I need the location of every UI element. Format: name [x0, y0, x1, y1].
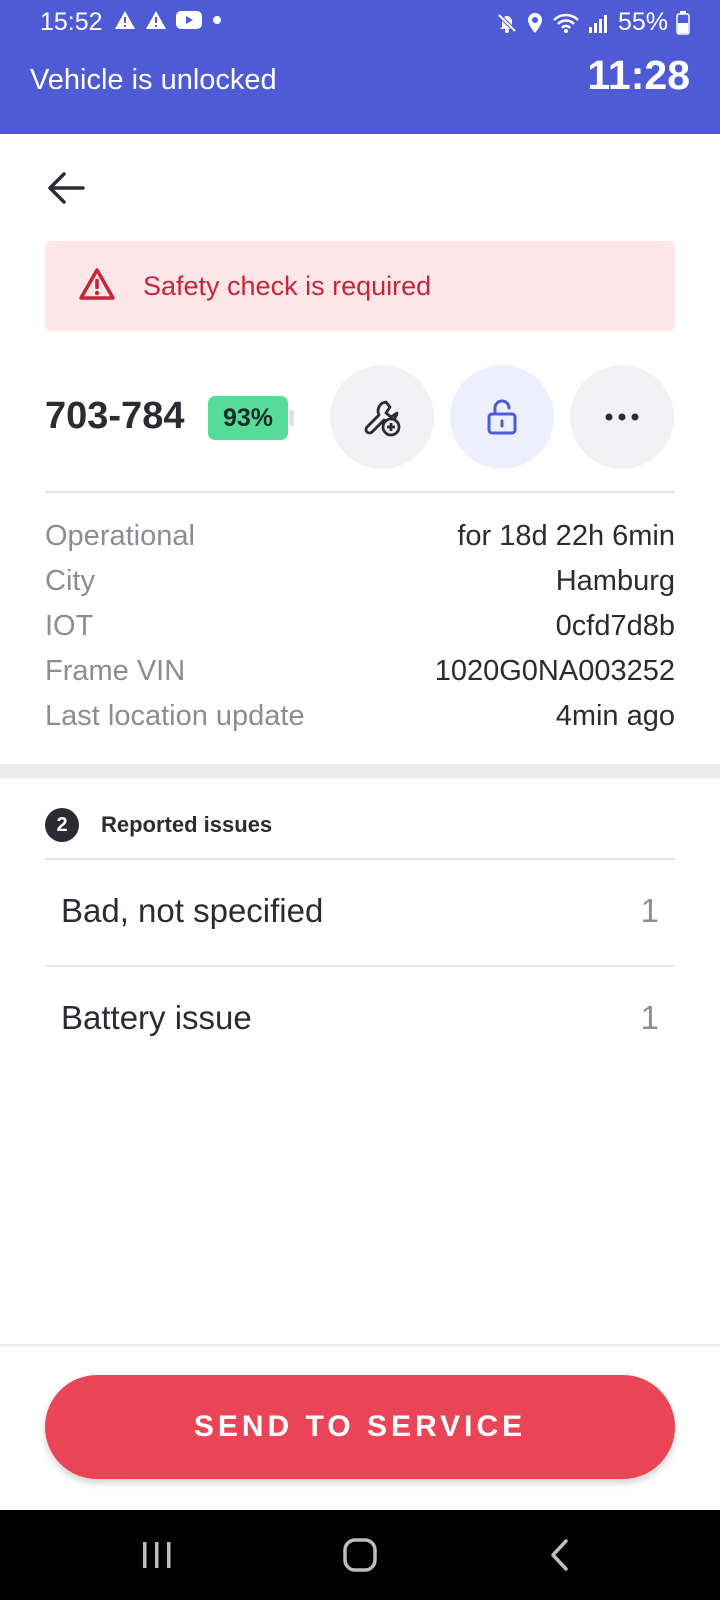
- info-value: Hamburg: [555, 565, 675, 597]
- unlock-status-title: Vehicle is unlocked: [30, 64, 277, 96]
- footer-separator: [0, 1344, 720, 1346]
- unlock-banner: 15:52 55% Vehicle is unlocked 11:28: [0, 0, 720, 134]
- home-button[interactable]: [330, 1530, 390, 1580]
- info-row-city: City Hamburg: [45, 565, 675, 605]
- system-nav-bar: [0, 1510, 720, 1600]
- issue-label: Battery issue: [61, 999, 252, 1036]
- info-row-iot: IOT 0cfd7d8b: [45, 610, 675, 650]
- issue-item[interactable]: Bad, not specified 1: [45, 860, 675, 966]
- recent-apps-button[interactable]: [127, 1530, 187, 1580]
- location-icon: [527, 12, 542, 33]
- issues-count-badge: 2: [45, 808, 79, 842]
- section-separator: [0, 764, 720, 778]
- status-bar: 15:52 55%: [0, 0, 720, 46]
- add-service-task-button[interactable]: [330, 365, 434, 469]
- dot-icon: [213, 16, 221, 24]
- arrow-left-icon: [48, 172, 85, 204]
- system-back-button[interactable]: [530, 1530, 590, 1580]
- info-row-frame-vin: Frame VIN 1020G0NA003252: [45, 655, 675, 695]
- info-value: for 18d 22h 6min: [457, 520, 675, 552]
- back-icon: [551, 1539, 568, 1571]
- battery-badge: 93%: [208, 396, 288, 440]
- status-time: 15:52: [40, 8, 103, 36]
- info-value: 4min ago: [555, 700, 675, 732]
- mute-icon: [497, 13, 517, 33]
- warning-icon: [115, 11, 135, 29]
- warning-icon: [146, 11, 166, 29]
- info-label: Operational: [45, 520, 195, 552]
- battery-percent: 55%: [617, 8, 668, 36]
- vehicle-id: 703-784: [45, 395, 185, 437]
- more-options-button[interactable]: [570, 365, 674, 469]
- issue-count: 1: [640, 999, 659, 1036]
- info-row-last-location: Last location update 4min ago: [45, 700, 675, 740]
- status-system-icons: 55%: [496, 8, 690, 37]
- battery-icon: [676, 10, 690, 35]
- rental-timer: 11:28: [587, 52, 690, 98]
- warning-triangle-icon: [79, 268, 115, 300]
- battery-badge-tip: [289, 410, 294, 426]
- issue-label: Bad, not specified: [61, 892, 324, 929]
- status-notification-icons: [114, 10, 223, 30]
- home-icon: [343, 1538, 377, 1572]
- wifi-icon: [553, 13, 579, 33]
- info-label: Frame VIN: [45, 655, 186, 687]
- issues-section-title: Reported issues: [101, 812, 273, 837]
- issues-count: 2: [56, 813, 68, 836]
- signal-icon: [588, 14, 607, 33]
- header-divider: [45, 491, 675, 493]
- battery-level: 93%: [222, 403, 274, 432]
- lock-vehicle-button[interactable]: [450, 365, 554, 469]
- info-value: 0cfd7d8b: [555, 610, 675, 642]
- back-button[interactable]: [44, 166, 88, 210]
- info-label: Last location update: [45, 700, 305, 732]
- issue-item[interactable]: Battery issue 1: [45, 967, 675, 1073]
- info-row-operational: Operational for 18d 22h 6min: [45, 520, 675, 560]
- youtube-icon: [176, 11, 202, 29]
- safety-check-text: Safety check is required: [143, 271, 432, 301]
- issue-count: 1: [640, 892, 659, 929]
- unlocked-padlock-icon: [487, 399, 517, 435]
- info-label: IOT: [45, 610, 94, 642]
- info-label: City: [45, 565, 95, 597]
- info-value: 1020G0NA003252: [434, 655, 675, 687]
- recent-apps-icon: [143, 1542, 171, 1568]
- safety-check-alert: Safety check is required: [45, 241, 675, 331]
- more-horizontal-icon: [605, 413, 639, 421]
- wrench-plus-icon: [364, 400, 401, 437]
- send-to-service-button[interactable]: SEND TO SERVICE: [45, 1375, 675, 1479]
